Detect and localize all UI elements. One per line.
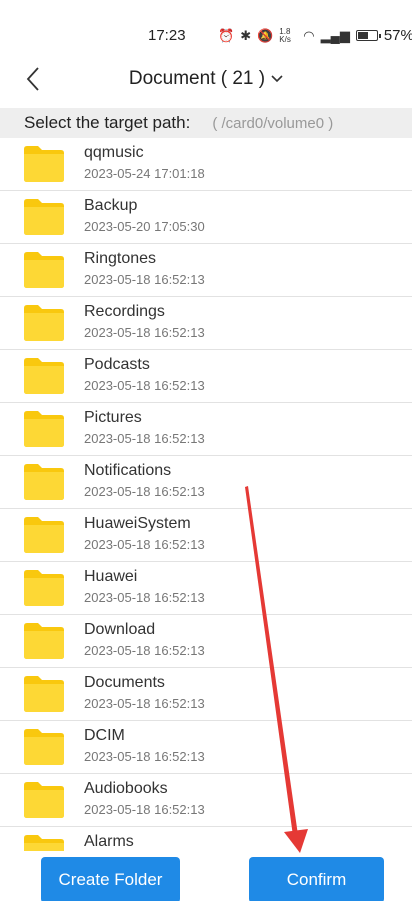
net-speed: 1.8 K/s	[279, 26, 291, 44]
folder-row[interactable]: Download 2023-05-18 16:52:13	[0, 615, 412, 668]
folder-icon	[24, 305, 64, 341]
path-bar: Select the target path: ( /card0/volume0…	[0, 108, 412, 138]
folder-icon	[24, 146, 64, 182]
folder-icon	[24, 729, 64, 765]
folder-row[interactable]: qqmusic 2023-05-24 17:01:18	[0, 138, 412, 191]
folder-icon	[24, 252, 64, 288]
folder-row[interactable]: Podcasts 2023-05-18 16:52:13	[0, 350, 412, 403]
header: Document ( 21 )	[0, 54, 412, 106]
status-bar: 17:23 ⏰ ✱ 🔕 1.8 K/s ◠ ▂▄▆ 57%	[0, 0, 412, 54]
folder-name: qqmusic	[84, 144, 144, 161]
title-dropdown[interactable]: Document ( 21 )	[0, 68, 412, 90]
folder-name: Ringtones	[84, 250, 157, 267]
folder-icon	[24, 835, 64, 851]
folder-name: Notifications	[84, 462, 172, 479]
status-icons: ⏰ ✱ 🔕 1.8 K/s ◠ ▂▄▆ 57%	[218, 27, 412, 44]
folder-date: 2023-05-18 16:52:13	[84, 696, 205, 711]
folder-name: Alarms	[84, 833, 134, 850]
folder-date: 2023-05-20 17:05:30	[84, 219, 205, 234]
signal-icon: ▂▄▆	[320, 27, 350, 43]
folder-name: Download	[84, 621, 156, 638]
bottom-bar: Create Folder Confirm	[0, 851, 412, 901]
folder-name: Recordings	[84, 303, 165, 320]
folder-icon	[24, 358, 64, 394]
folder-row[interactable]: Alarms	[0, 827, 412, 851]
create-folder-button[interactable]: Create Folder	[41, 857, 180, 901]
folder-row[interactable]: DCIM 2023-05-18 16:52:13	[0, 721, 412, 774]
page-title: Document ( 21 )	[128, 68, 266, 90]
folder-icon	[24, 517, 64, 553]
folder-row[interactable]: Audiobooks 2023-05-18 16:52:13	[0, 774, 412, 827]
folder-date: 2023-05-18 16:52:13	[84, 431, 205, 446]
folder-icon	[24, 411, 64, 447]
folder-icon	[24, 623, 64, 659]
folder-list[interactable]: qqmusic 2023-05-24 17:01:18 Backup 2023-05-…	[0, 138, 412, 851]
folder-name: Pictures	[84, 409, 142, 426]
folder-row[interactable]: HuaweiSystem 2023-05-18 16:52:13	[0, 509, 412, 562]
folder-icon	[24, 782, 64, 818]
folder-name: HuaweiSystem	[84, 515, 191, 532]
wifi-icon: ◠	[303, 27, 315, 43]
folder-date: 2023-05-18 16:52:13	[84, 325, 205, 340]
folder-date: 2023-05-18 16:52:13	[84, 590, 205, 605]
folder-row[interactable]: Backup 2023-05-20 17:05:30	[0, 191, 412, 244]
battery-percent: 57%	[383, 27, 412, 44]
folder-icon	[24, 199, 64, 235]
folder-row[interactable]: Documents 2023-05-18 16:52:13	[0, 668, 412, 721]
folder-date: 2023-05-18 16:52:13	[84, 272, 205, 287]
folder-date: 2023-05-18 16:52:13	[84, 484, 205, 499]
folder-date: 2023-05-18 16:52:13	[84, 643, 205, 658]
mute-icon: 🔕	[257, 27, 274, 43]
folder-row[interactable]: Huawei 2023-05-18 16:52:13	[0, 562, 412, 615]
folder-date: 2023-05-24 17:01:18	[84, 166, 205, 181]
folder-icon	[24, 676, 64, 712]
folder-row[interactable]: Notifications 2023-05-18 16:52:13	[0, 456, 412, 509]
confirm-button[interactable]: Confirm	[249, 857, 384, 901]
folder-name: Huawei	[84, 568, 138, 585]
folder-date: 2023-05-18 16:52:13	[84, 378, 205, 393]
chevron-down-icon	[271, 68, 283, 90]
folder-name: Audiobooks	[84, 780, 168, 797]
folder-name: DCIM	[84, 727, 125, 744]
folder-icon	[24, 464, 64, 500]
folder-name: Documents	[84, 674, 165, 691]
battery-icon	[355, 30, 381, 41]
folder-date: 2023-05-18 16:52:13	[84, 537, 205, 552]
folder-name: Podcasts	[84, 356, 150, 373]
path-value: ( /card0/volume0 )	[212, 114, 334, 132]
folder-name: Backup	[84, 197, 138, 214]
status-time: 17:23	[148, 27, 186, 44]
bluetooth-icon: ✱	[240, 27, 252, 43]
folder-row[interactable]: Recordings 2023-05-18 16:52:13	[0, 297, 412, 350]
folder-row[interactable]: Ringtones 2023-05-18 16:52:13	[0, 244, 412, 297]
folder-row[interactable]: Pictures 2023-05-18 16:52:13	[0, 403, 412, 456]
alarm-icon: ⏰	[218, 27, 235, 43]
folder-icon	[24, 570, 64, 606]
path-label: Select the target path:	[24, 113, 191, 132]
folder-date: 2023-05-18 16:52:13	[84, 802, 205, 817]
folder-date: 2023-05-18 16:52:13	[84, 749, 205, 764]
